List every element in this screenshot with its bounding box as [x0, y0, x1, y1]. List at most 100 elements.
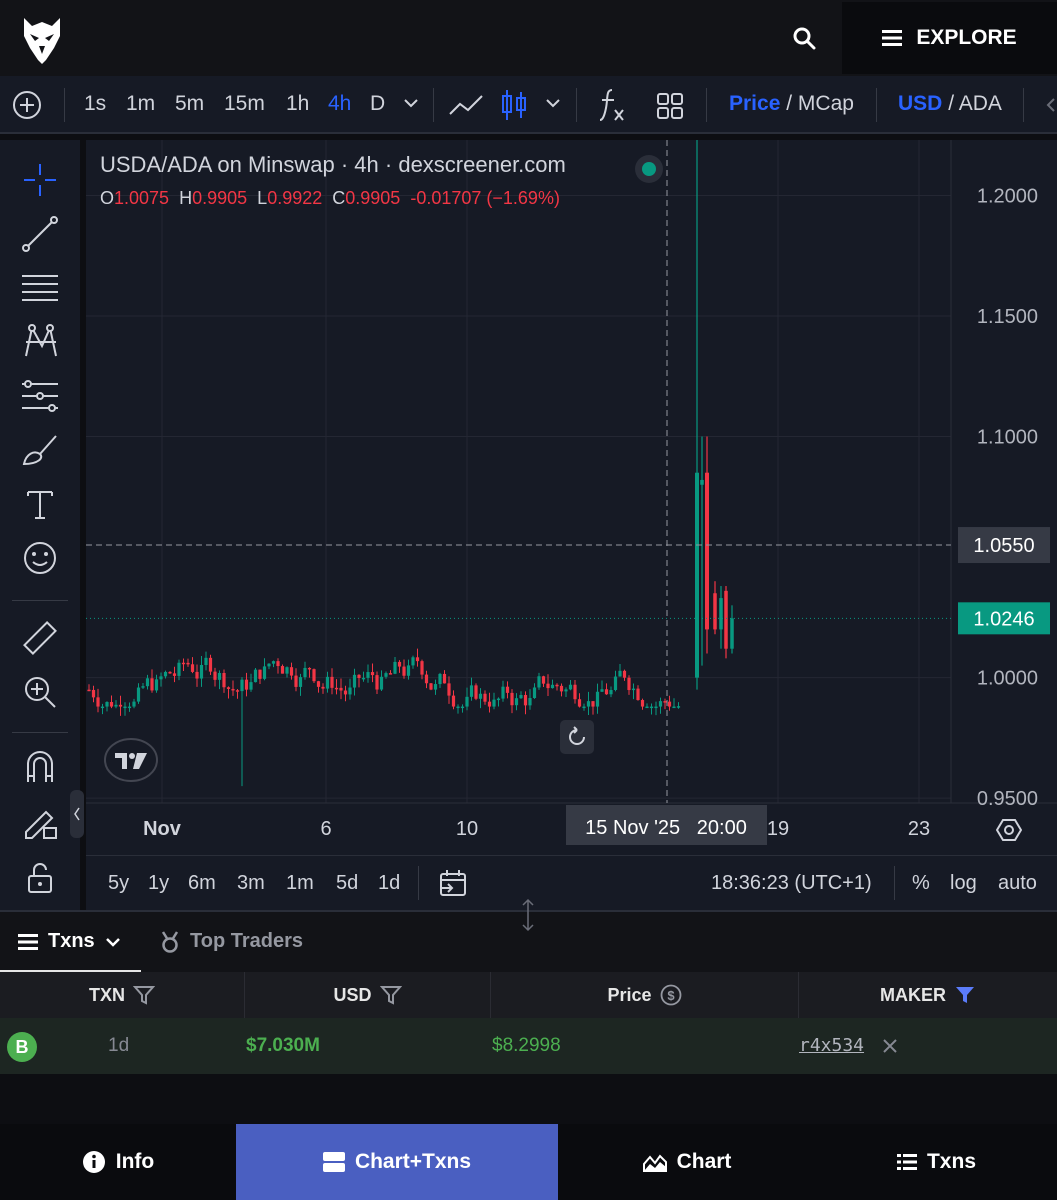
- candle-body: [114, 704, 118, 707]
- collapse-toolbar-icon[interactable]: [70, 790, 84, 838]
- dollar-toggle-icon[interactable]: $: [660, 984, 682, 1006]
- chevron-down-icon[interactable]: [546, 98, 560, 108]
- mcap-option[interactable]: MCap: [798, 92, 854, 115]
- price-mcap-toggle[interactable]: Price / MCap: [729, 92, 854, 116]
- filter-icon[interactable]: [133, 985, 155, 1005]
- candle-body: [447, 683, 451, 696]
- crosshair-icon[interactable]: [20, 160, 60, 200]
- add-indicator-icon[interactable]: [12, 90, 42, 120]
- range-3m[interactable]: 3m: [237, 872, 265, 895]
- zoom-in-icon[interactable]: [20, 672, 60, 712]
- table-row[interactable]: B 1d $7.030M $8.2998 r4x534: [0, 1018, 1057, 1074]
- tradingview-logo-icon[interactable]: [104, 738, 158, 782]
- col-maker[interactable]: MAKER: [799, 972, 1057, 1018]
- col-txn[interactable]: TXN: [0, 972, 245, 1018]
- candle-body: [568, 684, 573, 690]
- ruler-icon[interactable]: [20, 618, 60, 658]
- candle-body: [550, 684, 555, 689]
- chart-settings-icon[interactable]: [996, 818, 1022, 842]
- close-icon[interactable]: [883, 1039, 897, 1053]
- currency-toggle[interactable]: USD / ADA: [898, 92, 1002, 116]
- candle-body: [460, 706, 465, 709]
- interval-5m[interactable]: 5m: [175, 92, 204, 116]
- candle-body: [613, 676, 618, 691]
- candle-body: [244, 679, 249, 690]
- emoji-icon[interactable]: [20, 538, 60, 578]
- y-tick-label: 0.9500: [977, 788, 1038, 810]
- col-maker-label: MAKER: [880, 984, 946, 1005]
- maker-link[interactable]: r4x534: [799, 1035, 864, 1056]
- candle-body: [705, 472, 709, 630]
- pattern-icon[interactable]: [20, 322, 60, 362]
- percent-toggle[interactable]: %: [912, 872, 930, 895]
- magnet-icon[interactable]: [20, 748, 60, 788]
- candle-body: [240, 679, 244, 692]
- lock-drawings-pencil-icon[interactable]: [20, 802, 60, 842]
- eagle-logo-icon[interactable]: [20, 14, 64, 64]
- candle-body: [163, 671, 168, 677]
- nav-chart[interactable]: Chart: [558, 1124, 816, 1200]
- candle-body: [186, 662, 190, 665]
- chevron-down-icon[interactable]: [404, 98, 418, 108]
- calendar-icon[interactable]: [438, 868, 468, 898]
- interval-1s[interactable]: 1s: [84, 92, 106, 116]
- tab-top-traders[interactable]: Top Traders: [160, 930, 303, 953]
- interval-4h[interactable]: 4h: [328, 92, 351, 116]
- open-value: 1.0075: [114, 188, 170, 208]
- range-1m[interactable]: 1m: [286, 872, 314, 895]
- clock-time[interactable]: 18:36:23 (UTC+1): [711, 872, 872, 895]
- time-axis: Nov 6 10 19 23: [143, 818, 930, 840]
- search-button[interactable]: [780, 18, 828, 58]
- x-tick-label: 23: [908, 818, 930, 840]
- range-1d[interactable]: 1d: [378, 872, 400, 895]
- candle-body: [105, 702, 109, 707]
- candle-body: [339, 687, 343, 691]
- candle-body: [649, 706, 654, 709]
- nav-chart-txns[interactable]: Chart+Txns: [236, 1124, 558, 1200]
- layout-grid-icon[interactable]: [656, 92, 684, 120]
- line-chart-icon[interactable]: [448, 90, 484, 120]
- candle-body: [487, 701, 492, 707]
- indicators-fx-icon[interactable]: [598, 88, 626, 122]
- interval-1m[interactable]: 1m: [126, 92, 155, 116]
- unlock-icon[interactable]: [20, 858, 60, 898]
- col-price[interactable]: Price $: [491, 972, 799, 1018]
- candle-body: [555, 684, 559, 687]
- explore-button[interactable]: EXPLORE: [842, 2, 1057, 74]
- text-icon[interactable]: [20, 484, 60, 524]
- trend-line-icon[interactable]: [20, 214, 60, 254]
- candle-body: [397, 661, 402, 667]
- candle-body: [393, 661, 397, 674]
- range-5y[interactable]: 5y: [108, 872, 129, 895]
- interval-1h[interactable]: 1h: [286, 92, 309, 116]
- resize-handle-icon[interactable]: [519, 898, 537, 932]
- candle-body: [609, 690, 613, 695]
- log-toggle[interactable]: log: [950, 872, 977, 895]
- tab-txns[interactable]: Txns: [18, 930, 121, 953]
- fib-retracement-icon[interactable]: [20, 268, 60, 308]
- interval-d[interactable]: D: [370, 92, 385, 116]
- ada-option[interactable]: ADA: [959, 92, 1002, 115]
- brush-icon[interactable]: [20, 430, 60, 470]
- chevron-left-icon[interactable]: [1046, 98, 1056, 112]
- range-6m[interactable]: 6m: [188, 872, 216, 895]
- interval-15m[interactable]: 15m: [224, 92, 265, 116]
- crosshair-price-label: 1.0550: [973, 535, 1034, 557]
- col-usd[interactable]: USD: [245, 972, 491, 1018]
- candle-body: [456, 706, 460, 709]
- candle-body: [663, 701, 667, 703]
- filter-icon[interactable]: [379, 985, 402, 1005]
- reset-chart-icon[interactable]: [560, 720, 594, 754]
- forecast-icon[interactable]: [20, 376, 60, 416]
- filter-active-icon[interactable]: [954, 985, 976, 1005]
- range-5d[interactable]: 5d: [336, 872, 358, 895]
- candles-icon[interactable]: [500, 88, 528, 122]
- nav-txns[interactable]: Txns: [816, 1124, 1057, 1200]
- range-1y[interactable]: 1y: [148, 872, 169, 895]
- usd-option[interactable]: USD: [898, 92, 942, 115]
- auto-toggle[interactable]: auto: [998, 872, 1037, 895]
- nav-info[interactable]: Info: [0, 1124, 236, 1200]
- candle-body: [631, 688, 636, 691]
- price-chart[interactable]: 1.0550 1.0246 15 Nov '25 20:00 1.2000 1.150…: [86, 140, 1057, 910]
- price-option[interactable]: Price: [729, 92, 780, 115]
